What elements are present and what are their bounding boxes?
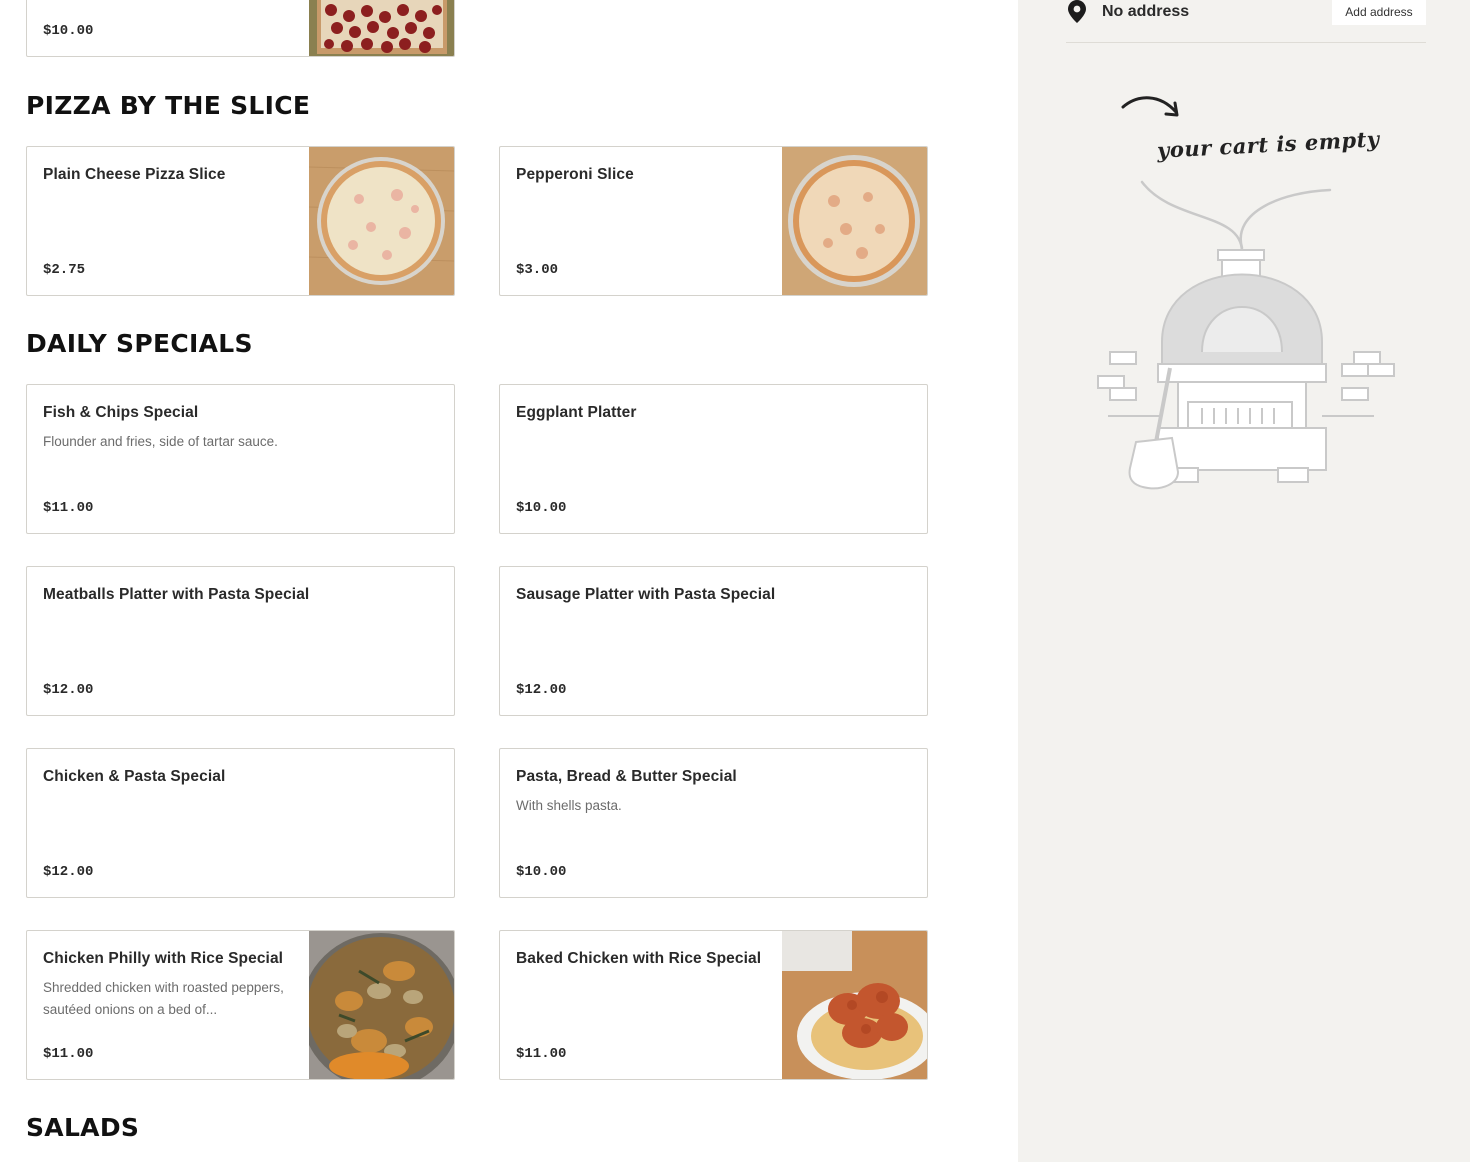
menu-item-price: $3.00 [516,262,559,278]
menu-item-card[interactable]: Pasta, Bread & Butter Special With shell… [499,748,928,898]
menu-item-name: Plain Cheese Pizza Slice [43,166,226,183]
menu-item-price: $10.00 [516,500,567,516]
add-address-button[interactable]: Add address [1332,0,1426,25]
section-title-daily-specials: DAILY SPECIALS [26,329,253,358]
menu-item-name: Pasta, Bread & Butter Special [516,768,737,785]
menu-item-name: Fish & Chips Special [43,404,199,421]
menu-main: $10.00 PIZZA BY THE SLICE Plain Cheese P… [0,0,1018,1162]
menu-item-card[interactable]: Meatballs Platter with Pasta Special $12… [26,566,455,716]
menu-item-card[interactable]: Chicken Philly with Rice Special Shredde… [26,930,455,1080]
menu-item-price: $11.00 [516,1046,567,1062]
menu-item-card[interactable]: Plain Cheese Pizza Slice $2.75 [26,146,455,296]
menu-item-name: Sausage Platter with Pasta Special [516,586,776,603]
menu-item-card[interactable]: $10.00 [26,0,455,57]
cheese-pizza-image [309,147,454,295]
menu-item-name: Meatballs Platter with Pasta Special [43,586,310,603]
map-pin-icon [1068,0,1086,29]
menu-item-name: Baked Chicken with Rice Special [516,950,762,967]
section-title-salads: SALADS [26,1113,140,1142]
menu-item-price: $10.00 [516,864,567,880]
menu-item-card[interactable]: Sausage Platter with Pasta Special $12.0… [499,566,928,716]
menu-item-card[interactable]: Pepperoni Slice $3.00 [499,146,928,296]
menu-item-card[interactable]: Eggplant Platter $10.00 [499,384,928,534]
menu-item-name: Eggplant Platter [516,404,637,421]
menu-item-description: Shredded chicken with roasted peppers, s… [43,980,284,1017]
menu-item-price: $12.00 [43,864,94,880]
menu-item-price: $12.00 [516,682,567,698]
menu-item-price: $11.00 [43,500,94,516]
section-title-pizza-by-the-slice: PIZZA BY THE SLICE [26,91,311,120]
address-text: No address [1102,3,1190,20]
baked-chicken-image [782,931,927,1079]
menu-item-card[interactable]: Fish & Chips Special Flounder and fries,… [26,384,455,534]
arrow-icon [1121,96,1179,117]
menu-item-description: With shells pasta. [516,798,622,813]
menu-item-price: $11.00 [43,1046,94,1062]
pepperoni-square-pizza-image [309,0,454,56]
pepperoni-pizza-image [782,147,927,295]
menu-item-description: Flounder and fries, side of tartar sauce… [43,434,278,449]
delivery-address-row: No address Add address [1066,0,1426,43]
menu-item-price: $12.00 [43,682,94,698]
menu-item-name: Chicken Philly with Rice Special [43,950,284,967]
menu-item-price: $10.00 [43,23,94,39]
menu-item-price: $2.75 [43,262,86,278]
chicken-philly-image [309,931,454,1079]
menu-item-card[interactable]: Baked Chicken with Rice Special $11.00 [499,930,928,1080]
pizza-oven-illustration [1097,180,1395,490]
menu-item-name: Chicken & Pasta Special [43,768,226,785]
menu-item-name: Pepperoni Slice [516,166,634,183]
menu-item-card[interactable]: Chicken & Pasta Special $12.00 [26,748,455,898]
